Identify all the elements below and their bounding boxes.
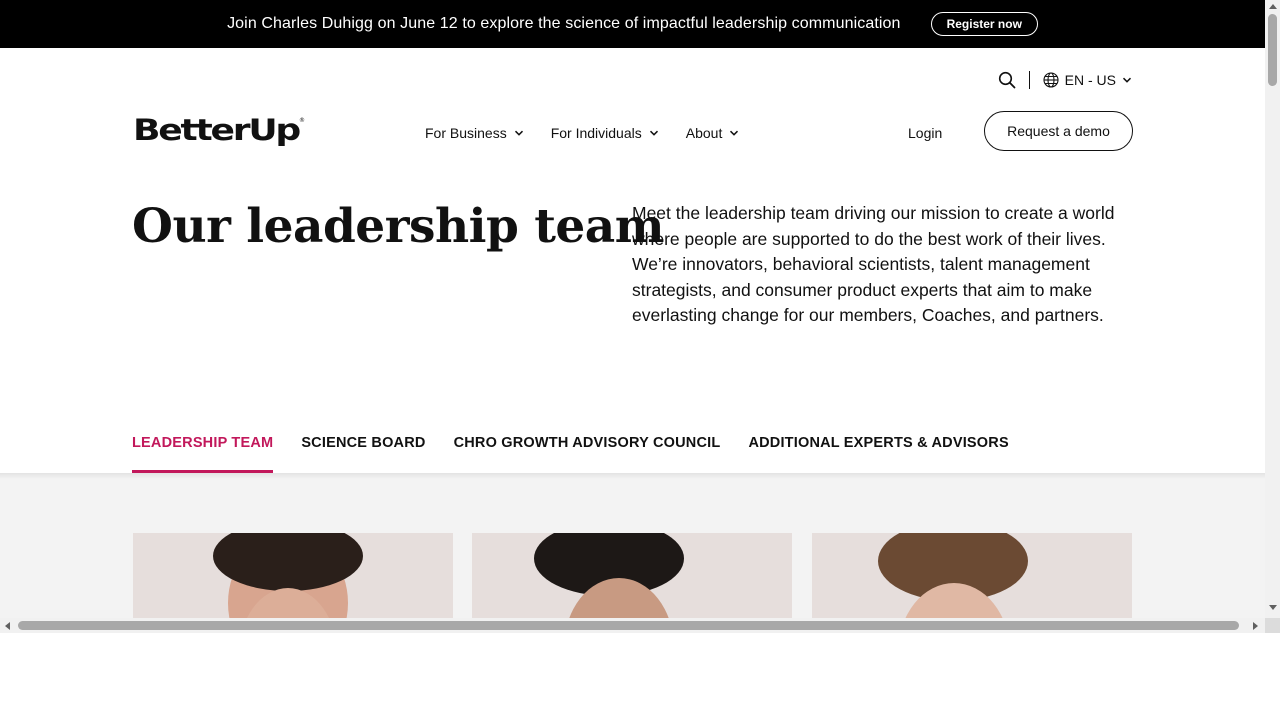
tab-science-board[interactable]: SCIENCE BOARD	[301, 431, 425, 473]
scroll-down-arrow[interactable]	[1269, 605, 1277, 610]
page-title: Our leadership team	[132, 199, 665, 254]
announcement-text: Join Charles Duhigg on June 12 to explor…	[227, 15, 901, 32]
search-icon[interactable]	[998, 71, 1016, 89]
utility-divider	[1028, 71, 1030, 89]
team-member-card[interactable]	[812, 533, 1132, 618]
tab-leadership-team[interactable]: LEADERSHIP TEAM	[132, 431, 274, 473]
globe-icon	[1043, 72, 1059, 88]
vertical-scroll-thumb[interactable]	[1268, 14, 1277, 86]
chevron-down-icon	[514, 125, 524, 141]
scroll-right-arrow[interactable]	[1253, 622, 1258, 630]
team-member-card[interactable]	[133, 533, 453, 618]
language-selector[interactable]: EN - US	[1043, 72, 1132, 88]
betterup-logo[interactable]: BetterUp ®	[133, 113, 305, 149]
register-now-button[interactable]: Register now	[930, 12, 1038, 36]
nav-label: For Individuals	[550, 125, 642, 141]
chevron-down-icon	[729, 125, 739, 141]
nav-label: About	[685, 125, 723, 141]
scrollbar-corner	[1265, 618, 1280, 633]
blank-area	[0, 633, 1280, 720]
announcement-bar: Join Charles Duhigg on June 12 to explor…	[0, 0, 1265, 48]
tab-additional-experts-advisors[interactable]: ADDITIONAL EXPERTS & ADVISORS	[748, 431, 1008, 473]
language-label: EN - US	[1064, 72, 1116, 88]
chevron-down-icon	[649, 125, 659, 141]
horizontal-scroll-thumb[interactable]	[18, 621, 1239, 630]
team-section	[0, 473, 1265, 618]
tab-chro-growth-advisory-council[interactable]: CHRO GROWTH ADVISORY COUNCIL	[454, 431, 721, 473]
request-demo-button[interactable]: Request a demo	[984, 111, 1133, 151]
page-viewport: Join Charles Duhigg on June 12 to explor…	[0, 0, 1265, 618]
nav-for-individuals[interactable]: For Individuals	[551, 122, 659, 144]
vertical-scrollbar[interactable]	[1265, 0, 1280, 618]
logo-trademark: ®	[299, 117, 305, 124]
scroll-left-arrow[interactable]	[5, 622, 10, 630]
main-nav: For Business For Individuals About	[425, 122, 739, 144]
team-member-card[interactable]	[472, 533, 792, 618]
login-link[interactable]: Login	[908, 122, 942, 144]
utility-bar: EN - US	[998, 68, 1132, 92]
logo-wordmark: BetterUp	[133, 113, 300, 147]
nav-for-business[interactable]: For Business	[425, 122, 524, 144]
hero-description: Meet the leadership team driving our mis…	[632, 203, 1115, 326]
nav-label: For Business	[425, 125, 507, 141]
team-tabs: LEADERSHIP TEAM SCIENCE BOARD CHRO GROWT…	[132, 431, 1009, 473]
tabs-shadow	[0, 473, 1265, 479]
nav-about[interactable]: About	[686, 122, 740, 144]
horizontal-scrollbar[interactable]	[0, 618, 1265, 633]
scroll-up-arrow[interactable]	[1269, 4, 1277, 9]
chevron-down-icon	[1122, 75, 1132, 85]
